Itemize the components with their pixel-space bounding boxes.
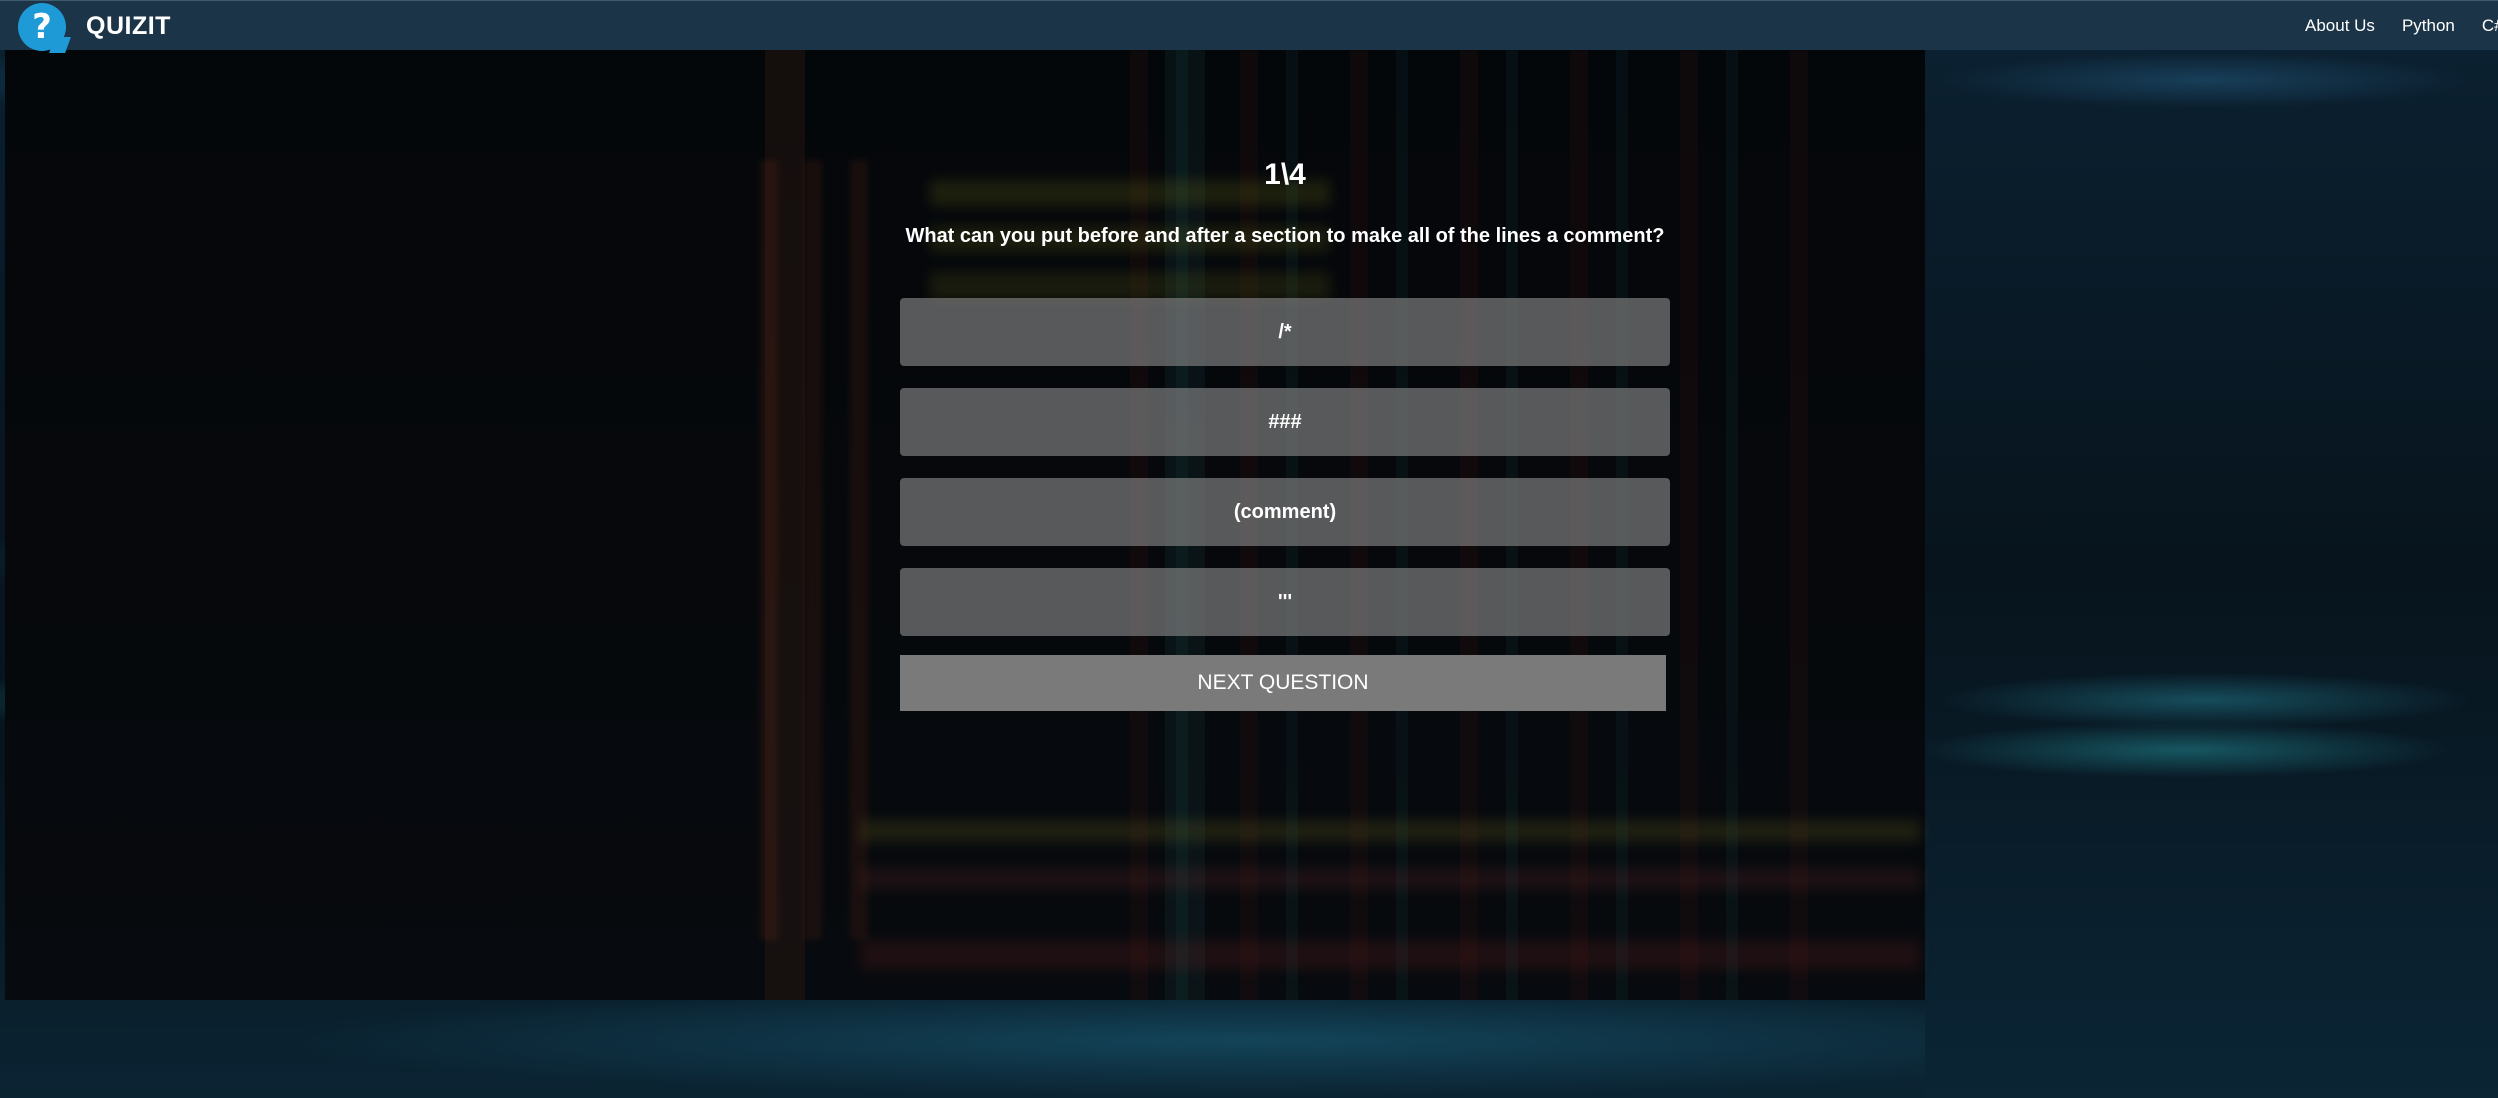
navbar: ? QUIZIT About Us Python C# bbox=[0, 0, 2498, 51]
background-right-panel bbox=[1925, 50, 2498, 1098]
answer-option-3[interactable]: (comment) bbox=[900, 478, 1670, 546]
nav-link-csharp[interactable]: C# bbox=[2482, 16, 2498, 36]
nav-links: About Us Python C# bbox=[2305, 16, 2498, 36]
answer-option-4[interactable]: ''' bbox=[900, 568, 1670, 636]
question-counter: 1\4 bbox=[1264, 158, 1306, 191]
answer-list: /* ### (comment) ''' bbox=[900, 298, 1670, 636]
quiz-card: 1\4 What can you put before and after a … bbox=[900, 150, 1670, 711]
page: ? QUIZIT About Us Python C# 1\4 What can… bbox=[0, 0, 2498, 1098]
answer-option-1[interactable]: /* bbox=[900, 298, 1670, 366]
answer-option-2[interactable]: ### bbox=[900, 388, 1670, 456]
next-question-button[interactable]: NEXT QUESTION bbox=[900, 655, 1666, 711]
nav-link-about-us[interactable]: About Us bbox=[2305, 16, 2375, 36]
nav-link-python[interactable]: Python bbox=[2402, 16, 2455, 36]
brand-logo-text[interactable]: QUIZIT bbox=[86, 12, 171, 41]
logo-glyph: ? bbox=[32, 7, 52, 47]
question-text: What can you put before and after a sect… bbox=[905, 225, 1665, 247]
question-mark-bubble-icon[interactable]: ? bbox=[18, 3, 66, 51]
